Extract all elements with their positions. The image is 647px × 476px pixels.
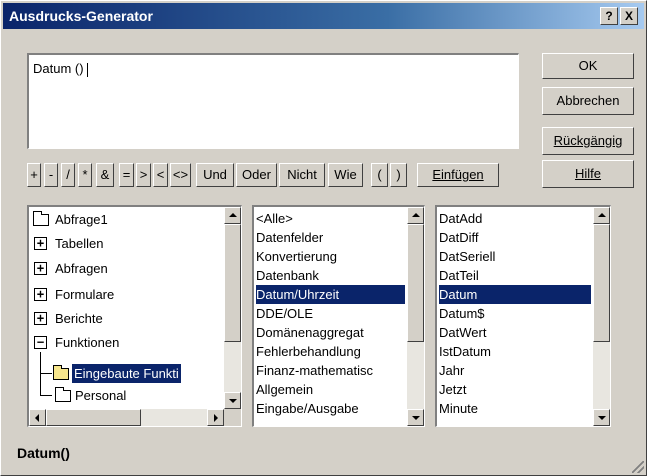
expand-plus-icon: + (34, 288, 47, 301)
operator-minus-button[interactable]: - (44, 163, 58, 187)
scroll-thumb[interactable] (593, 224, 610, 342)
operator-greater-button[interactable]: > (136, 163, 151, 187)
function-syntax-label: Datum() (17, 445, 70, 461)
title-bar[interactable]: Ausdrucks-Generator ? X (3, 3, 644, 29)
list-item-selected[interactable]: Datum (439, 285, 591, 304)
operator-equals-button[interactable]: = (119, 163, 134, 187)
tree-horizontal-scrollbar[interactable] (29, 409, 224, 426)
folder-icon (33, 211, 49, 226)
tree-item-label: Abfragen (55, 261, 108, 276)
tree-item-label: Abfrage1 (55, 212, 108, 227)
function-vertical-scrollbar[interactable] (593, 207, 610, 426)
expand-plus-icon: + (34, 262, 47, 275)
tree-item-label: Personal (75, 388, 127, 403)
list-item[interactable]: DatAdd (439, 209, 482, 228)
scroll-thumb[interactable] (224, 224, 241, 342)
list-item[interactable]: Allgemein (256, 380, 313, 399)
tree-item-label: Tabellen (55, 236, 104, 251)
operator-close-paren-button[interactable]: ) (390, 163, 407, 187)
close-title-button[interactable]: X (620, 7, 638, 25)
scroll-up-arrow-icon[interactable] (224, 207, 241, 224)
expand-plus-icon: + (34, 312, 47, 325)
text-caret (86, 62, 88, 77)
expression-builder-window: Ausdrucks-Generator ? X Datum () OK Abbr… (0, 0, 647, 476)
expression-textbox[interactable]: Datum () (27, 53, 519, 149)
help-button[interactable]: Hilfe (542, 160, 634, 188)
window-title: Ausdrucks-Generator (9, 8, 153, 24)
tree-connector-branch (40, 395, 52, 396)
cancel-button[interactable]: Abbrechen (542, 87, 634, 115)
scroll-down-arrow-icon[interactable] (407, 409, 424, 426)
operator-ampersand-button[interactable]: & (96, 163, 114, 187)
list-item[interactable]: Jetzt (439, 380, 466, 399)
object-tree-list[interactable]: Abfrage1 + Tabellen + Abfragen + Formula… (27, 205, 242, 427)
list-item[interactable]: DDE/OLE (256, 304, 313, 323)
list-item[interactable]: Datum$ (439, 304, 485, 323)
scroll-left-arrow-icon[interactable] (29, 409, 46, 426)
operator-multiply-button[interactable]: * (78, 163, 92, 187)
resize-grip-icon[interactable] (632, 461, 644, 473)
list-item[interactable]: Finanz-mathematisc (256, 361, 405, 380)
scroll-down-arrow-icon[interactable] (224, 392, 241, 409)
paste-button-label: Einfügen (432, 167, 484, 182)
list-item[interactable]: Minute (439, 399, 478, 418)
tree-item-label: Formulare (55, 287, 115, 302)
tree-vertical-scrollbar[interactable] (224, 207, 241, 409)
category-vertical-scrollbar[interactable] (407, 207, 424, 426)
list-item[interactable]: IstDatum (439, 342, 491, 361)
list-item[interactable]: Eingabe/Ausgabe (256, 399, 359, 418)
collapse-minus-icon: − (34, 336, 47, 349)
undo-button-label: Rückgängig (553, 133, 623, 148)
scroll-thumb[interactable] (407, 224, 424, 342)
tree-item-label: Funktionen (55, 335, 120, 350)
tree-connector-vertical (40, 352, 41, 396)
help-title-button[interactable]: ? (600, 7, 618, 25)
tree-item-label: Berichte (55, 311, 103, 326)
expand-plus-icon: + (34, 237, 47, 250)
list-item[interactable]: <Alle> (256, 209, 293, 228)
tree-connector-branch (40, 373, 52, 374)
expression-value: Datum () (33, 61, 88, 77)
scroll-up-arrow-icon[interactable] (407, 207, 424, 224)
list-item[interactable]: DatSeriell (439, 247, 495, 266)
list-item[interactable]: Jahr (439, 361, 464, 380)
paste-button[interactable]: Einfügen (417, 163, 499, 187)
folder-icon (55, 387, 71, 402)
list-item[interactable]: Domänenaggregat (256, 323, 364, 342)
list-item-selected[interactable]: Datum/Uhrzeit (256, 285, 405, 304)
ok-button[interactable]: OK (542, 53, 634, 79)
scrollbar-corner (224, 409, 241, 426)
list-item[interactable]: DatTeil (439, 266, 479, 285)
list-item[interactable]: Datenbank (256, 266, 319, 285)
list-item[interactable]: DatDiff (439, 228, 479, 247)
undo-button[interactable]: Rückgängig (542, 127, 634, 155)
operator-like-button[interactable]: Wie (328, 163, 363, 187)
tree-item-label: Eingebaute Funkti (72, 364, 181, 383)
operator-open-paren-button[interactable]: ( (371, 163, 388, 187)
function-list[interactable]: DatAdd DatDiff DatSeriell DatTeil Datum … (435, 205, 611, 427)
scroll-right-arrow-icon[interactable] (207, 409, 224, 426)
list-item[interactable]: Datenfelder (256, 228, 323, 247)
operator-or-button[interactable]: Oder (236, 163, 277, 187)
operator-divide-button[interactable]: / (61, 163, 75, 187)
operator-not-button[interactable]: Nicht (279, 163, 325, 187)
open-folder-icon (53, 365, 69, 380)
scroll-up-arrow-icon[interactable] (593, 207, 610, 224)
operator-less-button[interactable]: < (153, 163, 168, 187)
operator-notequal-button[interactable]: <> (170, 163, 191, 187)
operator-plus-button[interactable]: + (27, 163, 41, 187)
category-list[interactable]: <Alle> Datenfelder Konvertierung Datenba… (252, 205, 425, 427)
scroll-thumb[interactable] (46, 409, 141, 426)
help-button-label: Hilfe (574, 166, 601, 181)
list-item[interactable]: DatWert (439, 323, 486, 342)
list-item[interactable]: Fehlerbehandlung (256, 342, 361, 361)
scroll-down-arrow-icon[interactable] (593, 409, 610, 426)
list-item[interactable]: Konvertierung (256, 247, 337, 266)
operator-and-button[interactable]: Und (196, 163, 234, 187)
